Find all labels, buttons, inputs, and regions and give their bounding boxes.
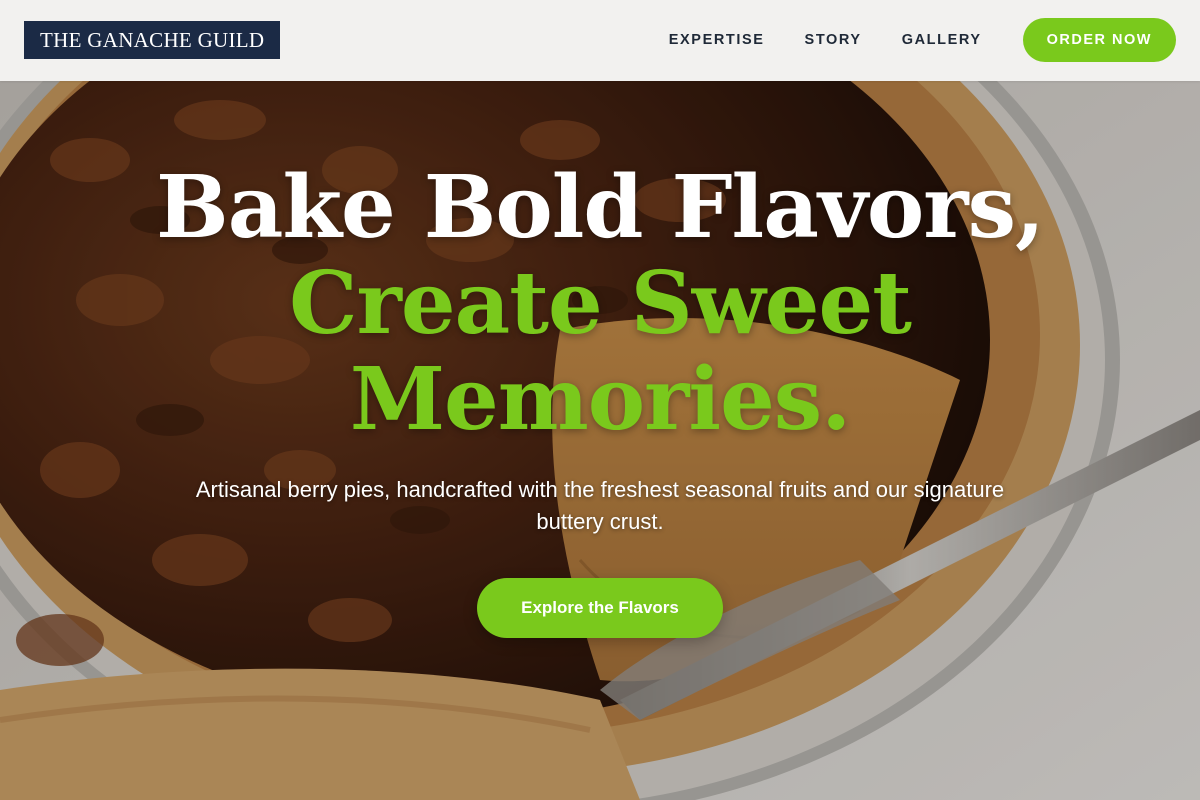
nav-link-gallery[interactable]: GALLERY: [902, 32, 982, 48]
nav-link-story[interactable]: STORY: [805, 32, 862, 48]
hero-subtitle: Artisanal berry pies, handcrafted with t…: [195, 477, 1005, 534]
order-now-button[interactable]: ORDER NOW: [1022, 18, 1176, 62]
hero-title-line-2: Create Sweet: [289, 253, 912, 354]
nav-link-expertise[interactable]: EXPERTISE: [669, 32, 765, 48]
main-nav: EXPERTISE STORY GALLERY ORDER NOW: [669, 18, 1176, 62]
hero-title-line-1: Bake Bold Flavors,: [156, 157, 1045, 258]
explore-flavors-button[interactable]: Explore the Flavors: [477, 578, 723, 638]
site-logo[interactable]: THE GANACHE GUILD: [24, 21, 281, 59]
hero-title: Bake Bold Flavors, Create Sweet Memories…: [0, 160, 1200, 448]
hero-title-line-3: Memories.: [349, 349, 851, 450]
site-header: THE GANACHE GUILD EXPERTISE STORY GALLER…: [0, 0, 1200, 81]
